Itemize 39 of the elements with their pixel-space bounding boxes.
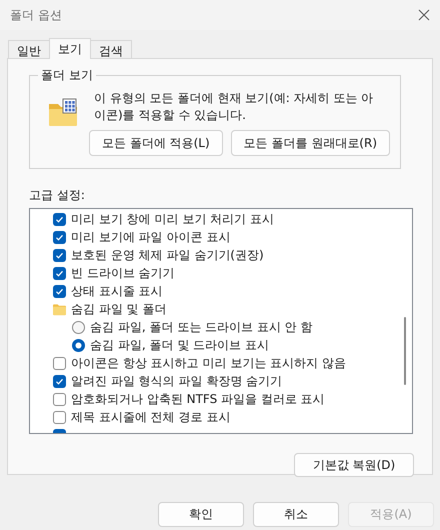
apply-button[interactable]: 모든 폴더를 원래대로(R) — [230, 130, 390, 156]
checkbox[interactable] — [53, 230, 66, 244]
tab[interactable]: 검색 — [90, 40, 132, 58]
restore-defaults-button[interactable]: 기본값 복원(D) — [294, 453, 414, 477]
group-title: 폴더 보기 — [38, 67, 96, 84]
close-icon[interactable] — [418, 9, 430, 21]
option-label: 숨김 파일, 폴더 또는 드라이브 표시 안 함 — [90, 319, 313, 336]
tab[interactable]: 보기 — [49, 38, 91, 59]
option-label: 상태 표시줄 표시 — [71, 283, 163, 300]
folder-icon — [53, 302, 66, 316]
checkbox[interactable] — [53, 248, 66, 262]
checkbox[interactable] — [53, 374, 66, 388]
dialog-button[interactable]: 취소 — [253, 502, 339, 527]
checkbox[interactable] — [53, 356, 66, 370]
folder-grid-icon — [48, 98, 78, 128]
apply-button[interactable]: 모든 폴더에 적용(L) — [89, 130, 223, 156]
checkbox[interactable] — [53, 212, 66, 226]
section-label: 고급 설정: — [29, 187, 86, 204]
checkbox[interactable] — [53, 266, 66, 280]
checkbox[interactable] — [53, 284, 66, 298]
scrollbar-thumb[interactable] — [404, 317, 406, 385]
option-label: 숨김 파일 및 폴더 — [71, 301, 166, 318]
window-title: 폴더 옵션 — [10, 6, 62, 24]
option-label: 미리 보기 창에 미리 보기 처리기 표시 — [71, 211, 274, 228]
option-label: 보호된 운영 체제 파일 숨기기(권장) — [71, 247, 264, 264]
option-label: 아이콘은 항상 표시하고 미리 보기는 표시하지 않음 — [71, 355, 346, 372]
radio-button[interactable] — [72, 338, 85, 352]
option-label: 암호화되거나 압축된 NTFS 파일을 컬러로 표시 — [71, 391, 325, 408]
option-label: 알려진 파일 형식의 파일 확장명 숨기기 — [71, 373, 282, 390]
option-label: 제목 표시줄에 전체 경로 표시 — [71, 409, 230, 426]
radio-button[interactable] — [72, 320, 85, 334]
option-label: 숨김 파일, 폴더 및 드라이브 표시 — [90, 337, 269, 354]
description-text: 이 유형의 모든 폴더에 현재 보기(예: 자세히 또는 아이콘)를 적용할 수 있습니다. — [94, 90, 374, 124]
checkbox[interactable] — [53, 410, 66, 424]
tab[interactable]: 일반 — [8, 40, 50, 58]
checkbox[interactable] — [53, 392, 66, 406]
option-label: 빈 드라이브 숨기기 — [71, 265, 175, 282]
option-label: 미리 보기에 파일 아이콘 표시 — [71, 229, 230, 246]
dialog-button[interactable]: 확인 — [158, 502, 244, 527]
